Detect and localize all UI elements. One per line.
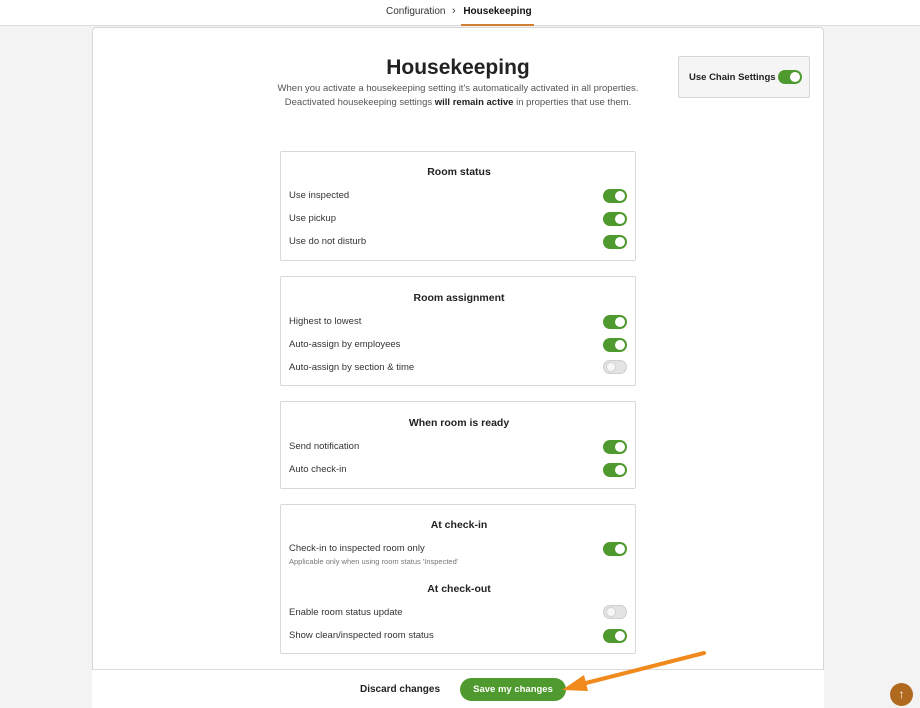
setting-label: Auto-assign by employees xyxy=(289,339,401,350)
section-title: When room is ready xyxy=(408,417,510,429)
auto-check-in-toggle[interactable] xyxy=(603,463,627,477)
arrow-up-icon[interactable]: ↑ xyxy=(890,683,913,706)
section-title: Room status xyxy=(427,166,491,178)
setting-label: Highest to lowest xyxy=(289,316,362,327)
use-inspected-toggle[interactable] xyxy=(603,189,627,203)
setting-label: Auto-assign by section & time xyxy=(289,362,415,373)
section-room-status: Room status Use inspected Use pickup Use… xyxy=(280,151,636,261)
chain-settings-label: Use Chain Settings xyxy=(689,72,776,83)
section-title: At check-out xyxy=(427,583,491,595)
check-in-inspected-toggle[interactable] xyxy=(603,542,627,556)
section-check-in-out: At check-in Check-in to inspected room o… xyxy=(280,504,636,654)
setting-label: Check-in to inspected room only xyxy=(289,543,425,554)
use-do-not-disturb-toggle[interactable] xyxy=(603,235,627,249)
top-bar: Configuration › Housekeeping xyxy=(0,0,920,26)
auto-assign-section-time-toggle[interactable] xyxy=(603,360,627,374)
breadcrumb-separator-icon: › xyxy=(452,5,456,17)
section-room-assignment: Room assignment Highest to lowest Auto-a… xyxy=(280,276,636,386)
setting-label: Use do not disturb xyxy=(289,236,367,247)
section-title: At check-in xyxy=(430,519,488,531)
page-title: Housekeeping xyxy=(386,56,530,79)
setting-label: Use pickup xyxy=(289,213,336,224)
enable-room-status-update-toggle[interactable] xyxy=(603,605,627,619)
annotation-arrow-icon xyxy=(562,651,706,691)
setting-label: Auto check-in xyxy=(289,464,347,475)
setting-label: Send notification xyxy=(289,441,360,452)
section-title: Room assignment xyxy=(413,292,505,304)
section-room-ready: When room is ready Send notification Aut… xyxy=(280,401,636,489)
footer-bar xyxy=(92,669,824,708)
chain-settings-toggle[interactable] xyxy=(778,70,802,84)
auto-assign-employees-toggle[interactable] xyxy=(603,338,627,352)
setting-label: Use inspected xyxy=(289,190,350,201)
page-description: When you activate a housekeeping setting… xyxy=(277,83,639,108)
send-notification-toggle[interactable] xyxy=(603,440,627,454)
chain-settings-box: Use Chain Settings xyxy=(678,56,810,98)
setting-label: Show clean/inspected room status xyxy=(289,630,434,641)
breadcrumb-housekeeping-tab[interactable]: Housekeeping xyxy=(461,6,534,26)
setting-label: Enable room status update xyxy=(289,607,403,618)
breadcrumb-configuration[interactable]: Configuration xyxy=(386,6,445,17)
use-pickup-toggle[interactable] xyxy=(603,212,627,226)
discard-changes-button[interactable]: Discard changes xyxy=(355,681,445,699)
setting-sublabel: Applicable only when using room status '… xyxy=(289,557,459,566)
highest-to-lowest-toggle[interactable] xyxy=(603,315,627,329)
show-clean-inspected-toggle[interactable] xyxy=(603,629,627,643)
